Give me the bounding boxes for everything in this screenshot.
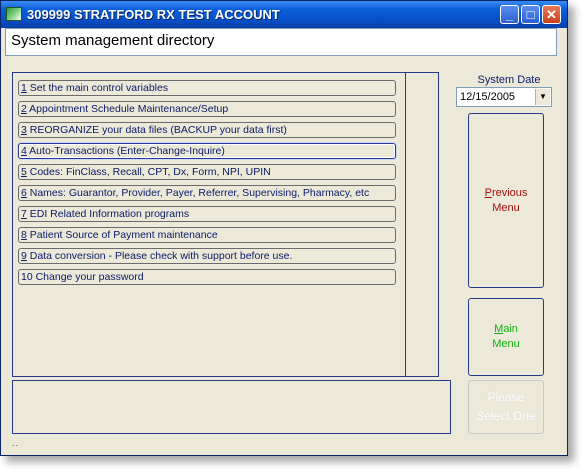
menu-item-label: Appointment Schedule Maintenance/Setup bbox=[26, 103, 229, 115]
menu-item-label: Data conversion - Please check with supp… bbox=[26, 250, 293, 262]
menu-panel bbox=[12, 72, 406, 377]
menu-item-10[interactable]: 10 Change your password bbox=[18, 269, 396, 285]
page-header: System management directory bbox=[5, 28, 557, 56]
menu-item-7[interactable]: 7 EDI Related Information programs bbox=[18, 206, 396, 222]
system-date-value: 12/15/2005 bbox=[460, 91, 516, 103]
previous-hotkey: P bbox=[484, 186, 492, 199]
please-select-button: Please Select One bbox=[468, 380, 544, 434]
main-label-line2: Menu bbox=[492, 338, 520, 350]
menu-item-5[interactable]: 5 Codes: FinClass, Recall, CPT, Dx, Form… bbox=[18, 164, 396, 180]
main-window: 309999 STRATFORD RX TEST ACCOUNT _ □ ✕ S… bbox=[0, 0, 568, 456]
maximize-button[interactable]: □ bbox=[521, 5, 540, 24]
menu-item-label: 10 Change your password bbox=[21, 271, 144, 283]
page-title: System management directory bbox=[11, 32, 215, 49]
menu-item-8[interactable]: 8 Patient Source of Payment maintenance bbox=[18, 227, 396, 243]
menu-item-label: Codes: FinClass, Recall, CPT, Dx, Form, … bbox=[26, 166, 271, 178]
please-label-line1: Please bbox=[487, 390, 525, 404]
menu-item-label: Set the main control variables bbox=[26, 82, 169, 94]
main-label: ain bbox=[503, 323, 518, 335]
chevron-down-icon[interactable]: ▼ bbox=[535, 89, 550, 105]
menu-item-1[interactable]: 1 Set the main control variables bbox=[18, 80, 396, 96]
please-label-line2: Select One bbox=[476, 409, 536, 423]
menu-item-label: Patient Source of Payment maintenance bbox=[26, 229, 218, 241]
system-date-label: System Date bbox=[477, 74, 541, 86]
previous-label: revious bbox=[491, 186, 528, 199]
menu-side-panel bbox=[405, 72, 439, 377]
menu-item-6[interactable]: 6 Names: Guarantor, Provider, Payer, Ref… bbox=[18, 185, 396, 201]
menu-item-9[interactable]: 9 Data conversion - Please check with su… bbox=[18, 248, 396, 264]
menu-item-3[interactable]: 3 REORGANIZE your data files (BACKUP you… bbox=[18, 122, 396, 138]
main-menu-button[interactable]: Main Menu bbox=[468, 298, 544, 376]
menu-item-2[interactable]: 2 Appointment Schedule Maintenance/Setup bbox=[18, 101, 396, 117]
minimize-button[interactable]: _ bbox=[500, 5, 519, 24]
menu-item-4[interactable]: 4 Auto-Transactions (Enter-Change-Inquir… bbox=[18, 143, 396, 159]
window-title: 309999 STRATFORD RX TEST ACCOUNT bbox=[27, 7, 280, 22]
menu-item-label: Names: Guarantor, Provider, Payer, Refer… bbox=[26, 187, 370, 199]
title-bar[interactable]: 309999 STRATFORD RX TEST ACCOUNT _ □ ✕ bbox=[1, 1, 567, 28]
menu-item-label: REORGANIZE your data files (BACKUP your … bbox=[26, 124, 287, 136]
status-dots: .. bbox=[12, 438, 20, 448]
menu-item-label: EDI Related Information programs bbox=[26, 208, 190, 220]
menu-item-label: Auto-Transactions (Enter-Change-Inquire) bbox=[26, 145, 225, 157]
close-button[interactable]: ✕ bbox=[542, 5, 561, 24]
previous-label-line2: Menu bbox=[492, 201, 520, 214]
main-hotkey: M bbox=[494, 323, 504, 335]
app-icon bbox=[6, 7, 22, 21]
previous-menu-button[interactable]: Previous Menu bbox=[468, 113, 544, 288]
system-date-select[interactable]: 12/15/2005 ▼ bbox=[456, 87, 552, 107]
message-panel bbox=[12, 380, 451, 434]
